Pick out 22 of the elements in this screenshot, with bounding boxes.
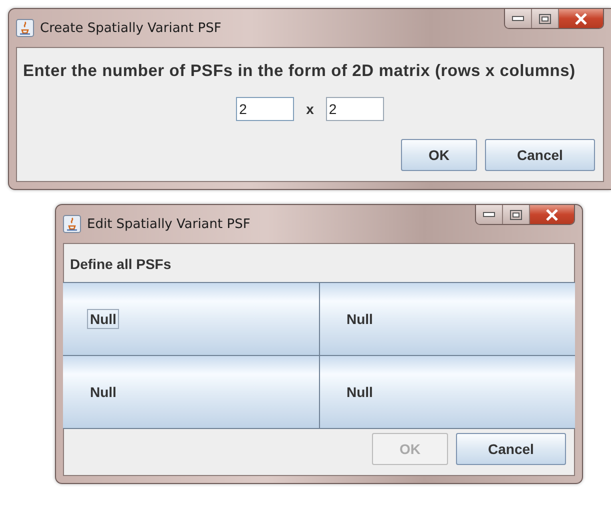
close-icon[interactable] (559, 9, 603, 28)
psf-cell-button[interactable]: Null (344, 309, 376, 329)
columns-field[interactable]: 2 (326, 97, 384, 121)
instruction-text: Define all PSFs (69, 255, 172, 274)
java-icon (16, 19, 34, 37)
ok-button[interactable]: OK (401, 139, 477, 171)
minimize-icon[interactable] (476, 205, 503, 224)
psf-cell-button[interactable]: Null (87, 382, 120, 402)
maximize-icon[interactable] (503, 205, 530, 224)
instruction-text: Enter the number of PSFs in the form of 2D matrix (rows x columns) (22, 61, 576, 82)
psf-cell-button[interactable]: Null (344, 382, 376, 402)
maximize-icon[interactable] (532, 9, 559, 28)
rows-field[interactable]: 2 (236, 97, 294, 121)
window-title: Create Spatially Variant PSF (40, 20, 222, 36)
cancel-button[interactable]: Cancel (456, 433, 566, 465)
close-icon[interactable] (530, 205, 574, 224)
psf-cell-button[interactable]: Null (87, 309, 120, 329)
cancel-button[interactable]: Cancel (485, 139, 595, 171)
java-icon (63, 215, 81, 233)
minimize-icon[interactable] (505, 9, 532, 28)
times-label: x (306, 101, 314, 117)
window-title: Edit Spatially Variant PSF (87, 216, 252, 232)
